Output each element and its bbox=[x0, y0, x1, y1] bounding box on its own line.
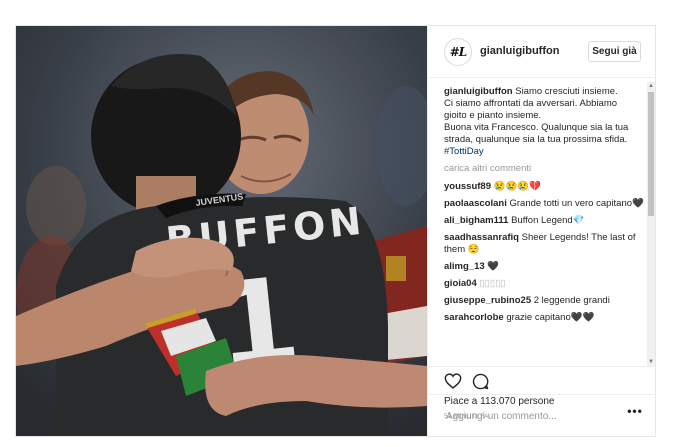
instagram-post: JUVENTUS BUFFON 1 #L gianluigibuffon Seg… bbox=[15, 25, 656, 437]
comment-username[interactable]: sarahcorlobe bbox=[444, 312, 504, 323]
caption-username[interactable]: gianluigibuffon bbox=[444, 86, 513, 97]
caption-line: Ci siamo affrontati da avversari. Abbiam… bbox=[444, 98, 618, 109]
caption-line: Siamo cresciuti insieme. bbox=[515, 86, 618, 97]
like-heart-icon[interactable] bbox=[444, 373, 462, 394]
caption-line: gioito e pianto insieme. bbox=[444, 110, 542, 121]
comment-username[interactable]: ali_bigham111 bbox=[444, 215, 508, 226]
add-comment-bar: ••• bbox=[428, 394, 656, 436]
scroll-down-arrow-icon[interactable]: ▼ bbox=[647, 358, 655, 366]
comment-username[interactable]: alimg_13 bbox=[444, 261, 485, 272]
caption-line: strada, qualunque sia la tua prossima sf… bbox=[444, 134, 628, 145]
comment-username[interactable]: giuseppe_rubino25 bbox=[444, 295, 531, 306]
post-sidebar: #L gianluigibuffon Segui già gianluigibu… bbox=[427, 26, 656, 436]
comment-item: alimg_13 🖤 bbox=[444, 261, 644, 273]
comment-item: sarahcorlobe grazie capitano🖤🖤 bbox=[444, 312, 644, 324]
post-photo[interactable]: JUVENTUS BUFFON 1 bbox=[16, 26, 427, 436]
heart-icon bbox=[444, 373, 462, 389]
comment-username[interactable]: gioia04 bbox=[444, 278, 477, 289]
comment-item: ali_bigham111 Buffon Legend💎 bbox=[444, 215, 644, 227]
comment-text: Buffon Legend💎 bbox=[511, 215, 585, 226]
more-options-icon[interactable]: ••• bbox=[626, 405, 644, 421]
comment-text: ▯▯▯▯▯ bbox=[479, 278, 506, 289]
caption: gianluigibuffon Siamo cresciuti insieme.… bbox=[444, 86, 644, 158]
comment-username[interactable]: youssuf89 bbox=[444, 181, 491, 192]
comment-text: 🖤 bbox=[487, 261, 500, 272]
comment-text: 😢😢😢💔 bbox=[493, 181, 541, 192]
comment-item: paolaascolani Grande totti un vero capit… bbox=[444, 198, 644, 210]
comment-text: grazie capitano🖤🖤 bbox=[506, 312, 595, 323]
post-header: #L gianluigibuffon Segui già bbox=[428, 26, 656, 78]
speech-bubble-icon bbox=[472, 373, 489, 390]
comment-bubble-icon[interactable] bbox=[472, 373, 489, 395]
comment-item: saadhassanrafiq Sheer Legends! The last … bbox=[444, 232, 644, 256]
comment-username[interactable]: saadhassanrafiq bbox=[444, 232, 519, 243]
photo-illustration: JUVENTUS BUFFON 1 bbox=[16, 26, 427, 436]
header-username[interactable]: gianluigibuffon bbox=[480, 45, 559, 57]
load-more-comments-link[interactable]: carica altri commenti bbox=[444, 163, 644, 175]
caption-line: Buona vita Francesco. Qualunque sia la t… bbox=[444, 122, 629, 133]
comment-item: giuseppe_rubino25 2 leggende grandi bbox=[444, 295, 644, 307]
following-button[interactable]: Segui già bbox=[588, 41, 641, 62]
comment-text: Grande totti un vero capitano🖤 bbox=[509, 198, 644, 209]
comment-item: gioia04 ▯▯▯▯▯ bbox=[444, 278, 644, 290]
comments-scrollbar[interactable]: ▲ ▼ bbox=[647, 82, 655, 366]
hashtag-link[interactable]: #TottiDay bbox=[444, 146, 644, 158]
scroll-thumb[interactable] bbox=[648, 92, 654, 216]
scroll-up-arrow-icon[interactable]: ▲ bbox=[647, 82, 655, 90]
comments-list: gianluigibuffon Siamo cresciuti insieme.… bbox=[444, 86, 644, 341]
avatar[interactable]: #L bbox=[444, 38, 472, 66]
comment-text: 2 leggende grandi bbox=[533, 295, 610, 306]
comment-item: youssuf89 😢😢😢💔 bbox=[444, 181, 644, 193]
comment-input[interactable] bbox=[444, 406, 608, 426]
comment-username[interactable]: paolaascolani bbox=[444, 198, 507, 209]
